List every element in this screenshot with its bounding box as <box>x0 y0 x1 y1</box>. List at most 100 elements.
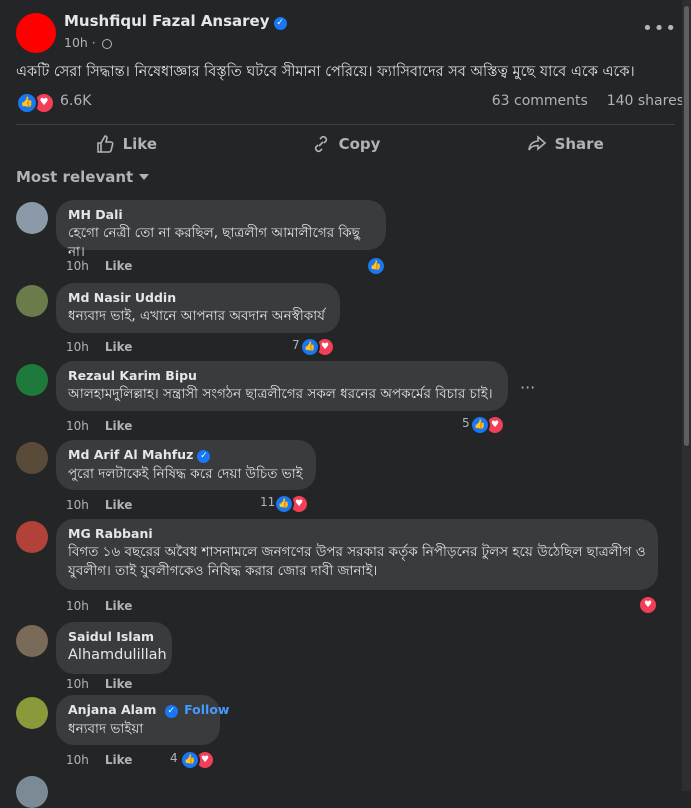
comment-time[interactable]: 10h <box>66 259 89 273</box>
comment-time[interactable]: 10h <box>66 677 89 691</box>
post-author[interactable]: Mushfiqul Fazal Ansarey ✓ <box>64 12 287 30</box>
avatar[interactable] <box>16 521 48 553</box>
avatar[interactable] <box>16 364 48 396</box>
avatar[interactable] <box>16 625 48 657</box>
post-meta: 10h · <box>64 35 112 50</box>
comment-bubble: Anjana Alam ✓ Follow ধন্যবাদ ভাইয়া <box>56 695 229 745</box>
comment-author[interactable]: MH Dali <box>68 207 374 222</box>
shares-count[interactable]: 140 shares <box>607 93 684 109</box>
comment-time[interactable]: 10h <box>66 498 89 512</box>
comment-reactions[interactable]: 👍 <box>366 256 386 276</box>
comment-like-button[interactable]: Like <box>105 498 133 512</box>
like-reaction-icon: 👍 <box>300 337 320 357</box>
comment-bubble: MG Rabbani বিগত ১৬ বছরের অবৈধ শাসনামলে জ… <box>56 519 658 590</box>
comment-bubble: MH Dali হেগো নেত্রী তো না করছিল, ছাত্রলী… <box>56 200 386 260</box>
comment-time[interactable]: 10h <box>66 599 89 613</box>
comment-reactions[interactable]: ♥ <box>638 595 658 615</box>
verified-icon: ✓ <box>273 17 287 30</box>
comments-count[interactable]: 63 comments <box>492 93 588 109</box>
comment-author[interactable]: Saidul Islam <box>68 629 160 644</box>
reaction-summary: 👍 ♥ 6.6K 63 comments 140 shares <box>16 92 684 114</box>
share-label: Share <box>554 135 604 153</box>
copy-icon <box>314 135 327 153</box>
post-author-name[interactable]: Mushfiqul Fazal Ansarey <box>64 12 270 30</box>
like-reaction-icon: 👍 <box>180 750 200 770</box>
avatar[interactable] <box>16 285 48 317</box>
comment-like-button[interactable]: Like <box>105 259 133 273</box>
comment-reactions[interactable]: 11 👍 ♥ <box>260 494 312 514</box>
comment-bubble: Saidul Islam Alhamdulillah <box>56 622 172 674</box>
comment-author[interactable]: Rezaul Karim Bipu <box>68 368 496 383</box>
sort-label: Most relevant <box>16 168 134 186</box>
comment-like-button[interactable]: Like <box>105 753 133 767</box>
comment-time[interactable]: 10h <box>66 419 89 433</box>
comment-meta: 10h Like <box>66 419 132 433</box>
like-label: Like <box>122 135 158 153</box>
comment-text: ধন্যবাদ ভাইয়া <box>68 721 144 737</box>
copy-button[interactable]: Copy <box>236 128 456 160</box>
sort-dropdown[interactable]: Most relevant <box>16 168 150 186</box>
post-text: একটি সেরা সিদ্ধান্ত। নিষেধাজ্ঞার বিস্তৃত… <box>16 64 635 80</box>
like-reaction-icon: 👍 <box>274 494 294 514</box>
comment-like-button[interactable]: Like <box>105 340 133 354</box>
share-button[interactable]: Share <box>455 128 675 160</box>
comment-more-icon[interactable]: ··· <box>520 378 535 397</box>
comment-text: ধন্যবাদ ভাই, এখানে আপনার অবদান অনস্বীকার… <box>68 308 325 324</box>
reaction-count: 11 <box>260 495 276 509</box>
love-reaction-icon: ♥ <box>638 595 658 615</box>
comment-like-button[interactable]: Like <box>105 419 133 433</box>
comment-meta: 10h Like <box>66 599 132 613</box>
comment-text: বিগত ১৬ বছরের অবৈধ শাসনামলে জনগণের উপর স… <box>68 544 646 579</box>
follow-button[interactable]: Follow <box>184 702 229 717</box>
verified-icon: ✓ <box>197 450 211 463</box>
comment-like-button[interactable]: Like <box>105 599 133 613</box>
post-actions: Like Copy Share <box>16 128 675 160</box>
more-icon[interactable]: ••• <box>642 18 677 39</box>
comment-text: পুরো দলটাকেই নিষিদ্ধ করে দেয়া উচিত ভাই <box>68 466 303 482</box>
comment-like-button[interactable]: Like <box>105 677 133 691</box>
comment-share-counts: 63 comments 140 shares <box>492 93 684 109</box>
caret-down-icon <box>139 174 150 180</box>
copy-label: Copy <box>338 135 381 153</box>
globe-icon <box>101 39 112 49</box>
comment-author[interactable]: MG Rabbani <box>68 526 646 541</box>
avatar[interactable] <box>16 776 48 808</box>
scrollbar-thumb[interactable] <box>684 6 689 446</box>
reaction-count: 5 <box>462 416 470 430</box>
comment-bubble: Md Arif Al Mahfuz ✓ পুরো দলটাকেই নিষিদ্ধ … <box>56 440 316 490</box>
comment-meta: 10h Like <box>66 259 132 273</box>
comment-time[interactable]: 10h <box>66 753 89 767</box>
share-icon <box>527 135 546 151</box>
comment-author[interactable]: Md Nasir Uddin <box>68 290 328 305</box>
comment-author[interactable]: Md Arif Al Mahfuz ✓ <box>68 447 304 463</box>
comment-reactions[interactable]: 5 👍 ♥ <box>462 415 510 435</box>
comment-time[interactable]: 10h <box>66 340 89 354</box>
comment-reactions[interactable]: 4 👍 ♥ <box>170 750 218 770</box>
comment-reactions[interactable]: 7 👍 ♥ <box>292 337 340 357</box>
like-reaction-icon: 👍 <box>366 256 386 276</box>
comment-bubble: Rezaul Karim Bipu আলহামদুলিল্লাহ। সন্ত্র… <box>56 361 508 411</box>
comment-bubble: Md Nasir Uddin ধন্যবাদ ভাই, এখানে আপনার … <box>56 283 340 333</box>
verified-icon: ✓ <box>164 705 178 718</box>
reaction-count[interactable]: 6.6K <box>60 93 91 109</box>
like-icon <box>96 135 114 153</box>
avatar[interactable] <box>16 442 48 474</box>
comment-text: আলহামদুলিল্লাহ। সন্ত্রাসী সংগঠন ছাত্রলীগ… <box>68 386 493 402</box>
page-avatar[interactable] <box>16 13 56 53</box>
avatar[interactable] <box>16 202 48 234</box>
like-reaction-icon[interactable]: 👍 <box>16 92 38 114</box>
comment-meta: 10h Like <box>66 340 132 354</box>
like-reaction-icon: 👍 <box>470 415 490 435</box>
comment-text: Alhamdulillah <box>68 647 167 663</box>
comment-meta: 10h Like <box>66 753 132 767</box>
comment-text: হেগো নেত্রী তো না করছিল, ছাত্রলীগ আমালীগ… <box>68 225 360 260</box>
avatar[interactable] <box>16 697 48 729</box>
divider <box>16 124 675 125</box>
comment-meta: 10h Like <box>66 677 132 691</box>
comment-meta: 10h Like <box>66 498 132 512</box>
like-button[interactable]: Like <box>16 128 236 160</box>
reaction-count: 4 <box>170 751 178 765</box>
reaction-count: 7 <box>292 338 300 352</box>
comment-author[interactable]: Anjana Alam ✓ Follow <box>68 702 229 718</box>
post-time[interactable]: 10h <box>64 35 88 50</box>
